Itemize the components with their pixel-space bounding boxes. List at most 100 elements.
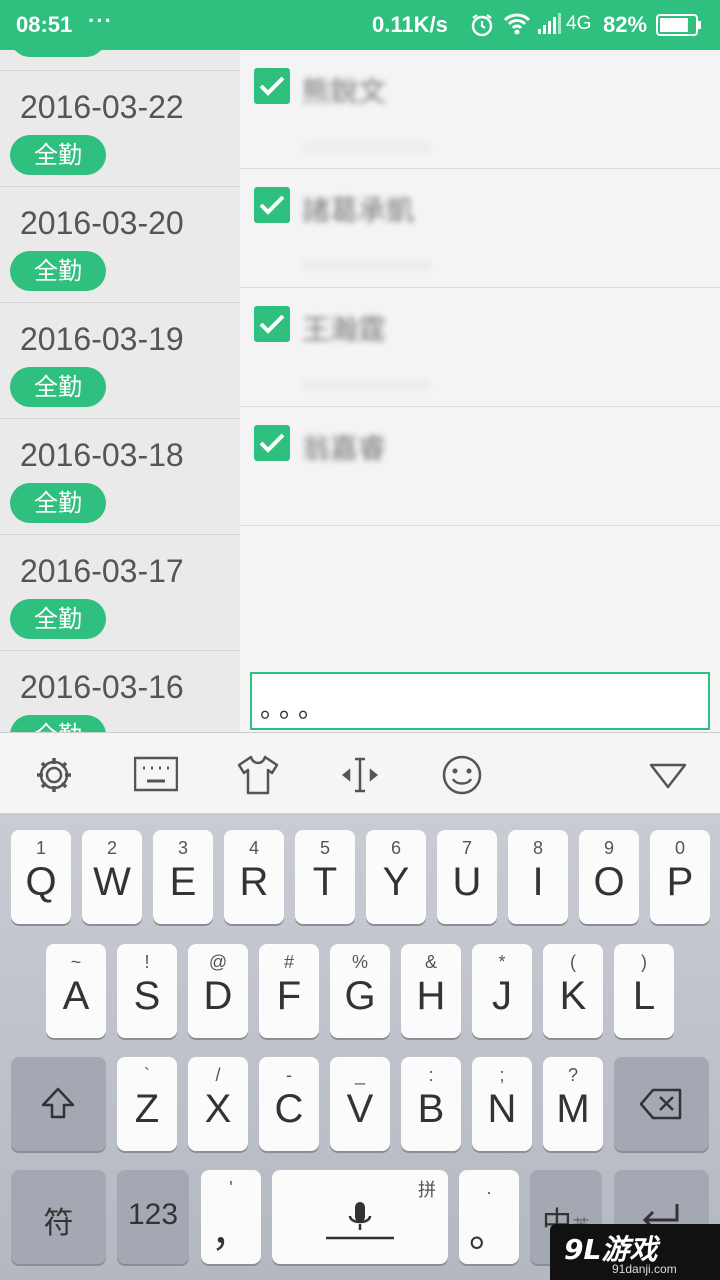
emoji-icon[interactable]	[440, 753, 484, 797]
date-item[interactable]: 2016-03-19 全勤	[0, 302, 240, 418]
attendee-subtext	[302, 380, 430, 390]
key-s[interactable]: ! S	[117, 944, 177, 1038]
date-label: 2016-03-19	[20, 321, 184, 357]
date-label: 2016-03-16	[20, 669, 184, 705]
checkbox[interactable]	[254, 187, 290, 223]
attendee-subtext	[302, 261, 430, 271]
date-list[interactable]: 全勤 2016-03-22 全勤 2016-03-20 全勤 2016-03-1…	[0, 50, 240, 732]
skin-shirt-icon[interactable]	[236, 753, 280, 797]
date-item[interactable]: 2016-03-18 全勤	[0, 418, 240, 534]
key-letter: ，	[211, 1211, 251, 1255]
key-a[interactable]: ~ A	[46, 944, 106, 1038]
key-u[interactable]: 7U	[437, 830, 497, 924]
shift-key[interactable]	[11, 1057, 106, 1151]
attendance-badge: 全勤	[10, 50, 106, 57]
key-y[interactable]: 6Y	[366, 830, 426, 924]
key-n[interactable]: ; N	[472, 1057, 532, 1151]
key-symbol: 7	[461, 838, 472, 858]
key-d[interactable]: @ D	[188, 944, 248, 1038]
key-symbol: 0	[674, 838, 685, 858]
checkbox[interactable]	[254, 306, 290, 342]
network-type: 4G	[566, 13, 592, 34]
comma-key[interactable]: '，	[201, 1170, 261, 1264]
key-letter: K	[559, 974, 587, 1018]
period-key[interactable]: .。	[459, 1170, 519, 1264]
backspace-key[interactable]	[614, 1057, 709, 1151]
key-l[interactable]: ) L	[614, 944, 674, 1038]
signal-icon	[538, 13, 561, 34]
key-letter: M	[556, 1087, 590, 1131]
key-letter: U	[452, 860, 482, 904]
key-letter: H	[416, 974, 446, 1018]
keyboard-icon[interactable]	[134, 753, 178, 797]
attendee-subtext	[302, 142, 430, 152]
status-time: 08:51	[16, 12, 73, 37]
date-item[interactable]: 全勤	[0, 50, 240, 68]
key-letter: A	[62, 974, 90, 1018]
attendance-badge: 全勤	[10, 135, 106, 175]
key-z[interactable]: ` Z	[117, 1057, 177, 1151]
numbers-key-label: 123	[127, 1198, 179, 1231]
key-letter: Z	[134, 1087, 160, 1131]
key-symbol: *	[498, 952, 506, 972]
date-item[interactable]: 2016-03-20 全勤	[0, 186, 240, 302]
cursor-move-icon[interactable]	[338, 753, 382, 797]
key-letter: S	[133, 974, 161, 1018]
key-w[interactable]: 2W	[82, 830, 142, 924]
checkbox[interactable]	[254, 68, 290, 104]
key-v[interactable]: _ V	[330, 1057, 390, 1151]
space-key[interactable]: 拼	[272, 1170, 448, 1264]
key-letter: Q	[25, 860, 57, 904]
checkmark-icon	[259, 195, 285, 215]
key-letter: V	[346, 1087, 374, 1131]
key-t[interactable]: 5T	[295, 830, 355, 924]
key-q[interactable]: 1Q	[11, 830, 71, 924]
attendee-name: 諸葛承凱	[302, 194, 415, 227]
network-speed: 0.11K/s	[372, 12, 448, 37]
key-symbol: 9	[603, 838, 614, 858]
key-r[interactable]: 4R	[224, 830, 284, 924]
key-p[interactable]: 0P	[650, 830, 710, 924]
key-f[interactable]: # F	[259, 944, 319, 1038]
attendee-row[interactable]: 王瀚霆	[240, 288, 720, 407]
key-letter: O	[593, 860, 625, 904]
key-x[interactable]: / X	[188, 1057, 248, 1151]
key-symbol: #	[283, 952, 294, 972]
checkbox[interactable]	[254, 425, 290, 461]
key-e[interactable]: 3E	[153, 830, 213, 924]
key-symbol: 5	[319, 838, 330, 858]
key-letter: P	[666, 860, 694, 904]
date-item[interactable]: 2016-03-17 全勤	[0, 534, 240, 650]
key-letter: E	[169, 860, 197, 904]
note-input-value: 。。。	[260, 694, 331, 724]
key-symbol: &	[424, 952, 437, 972]
numbers-key[interactable]: 123	[117, 1170, 189, 1264]
key-o[interactable]: 9O	[579, 830, 639, 924]
attendee-row[interactable]: 熊銳文	[240, 50, 720, 169]
key-h[interactable]: & H	[401, 944, 461, 1038]
attendee-row[interactable]: 諸葛承凱	[240, 169, 720, 288]
key-letter: L	[632, 974, 656, 1018]
key-c[interactable]: -C	[259, 1057, 319, 1151]
key-m[interactable]: ? M	[543, 1057, 603, 1151]
key-symbol: 3	[177, 838, 188, 858]
key-symbol: (	[570, 952, 576, 972]
key-g[interactable]: % G	[330, 944, 390, 1038]
key-symbol: .	[486, 1178, 492, 1198]
key-symbol: '	[229, 1178, 233, 1198]
settings-icon[interactable]	[32, 753, 76, 797]
attendee-row[interactable]: 翁嘉睿	[240, 407, 720, 526]
date-item[interactable]: 2016-03-22 全勤	[0, 70, 240, 186]
key-b[interactable]: :B	[401, 1057, 461, 1151]
key-symbol: ~	[70, 952, 82, 972]
key-letter: C	[274, 1087, 304, 1131]
keyboard-toolbar	[0, 732, 720, 814]
key-i[interactable]: 8I	[508, 830, 568, 924]
key-k[interactable]: (K	[543, 944, 603, 1038]
collapse-keyboard-icon[interactable]	[646, 753, 690, 797]
symbols-key[interactable]: 符	[11, 1170, 106, 1264]
note-input[interactable]: 。。。	[250, 672, 710, 730]
key-j[interactable]: * J	[472, 944, 532, 1038]
watermark-url: 91danji.com	[612, 1262, 677, 1276]
date-item[interactable]: 2016-03-16 全勤	[0, 650, 240, 732]
